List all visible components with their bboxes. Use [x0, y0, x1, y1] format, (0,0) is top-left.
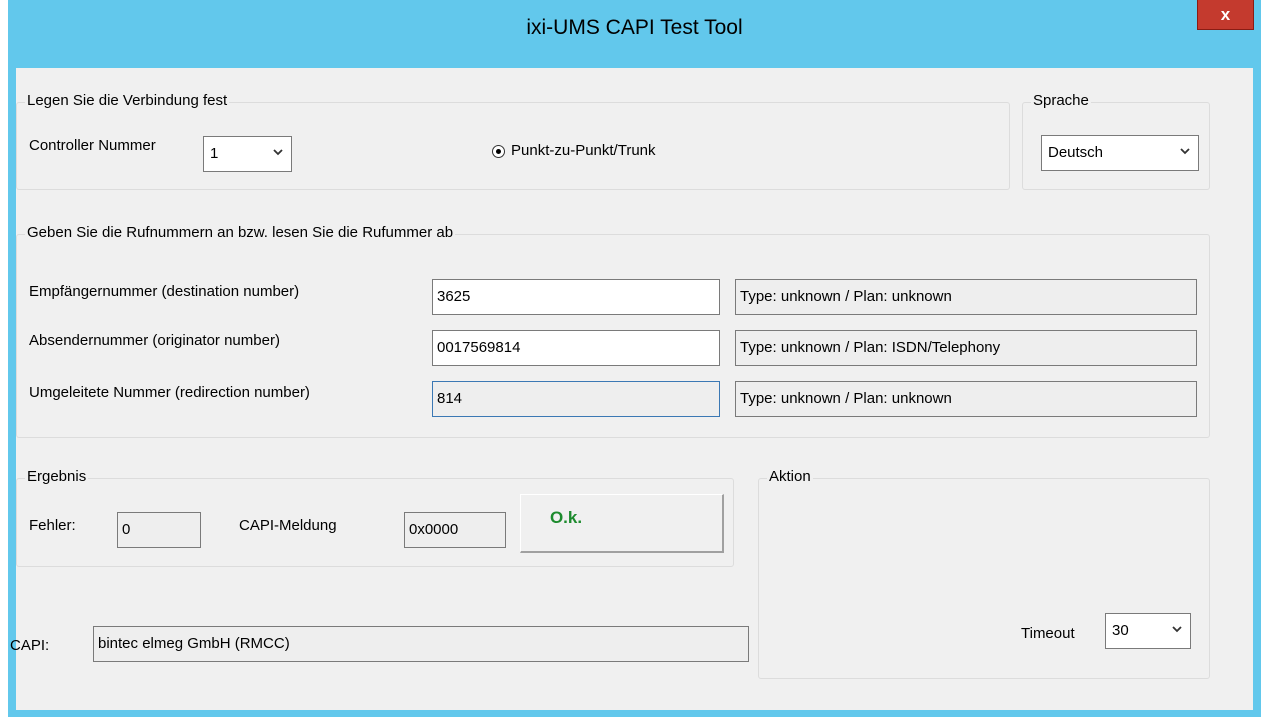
dialog-body: Legen Sie die Verbindung fest Controller… — [10, 68, 1253, 710]
result-legend: Ergebnis — [25, 468, 89, 485]
point-to-point-label[interactable]: Punkt-zu-Punkt/Trunk — [511, 142, 656, 159]
chevron-down-icon — [1172, 626, 1182, 633]
error-label: Fehler: — [29, 517, 76, 534]
chevron-down-icon — [1180, 148, 1190, 155]
destination-number-input[interactable]: 3625 — [432, 279, 720, 315]
connection-group: Legen Sie die Verbindung fest Controller… — [16, 92, 1010, 190]
close-icon: x — [1220, 5, 1231, 24]
chevron-down-icon — [273, 149, 283, 156]
numbers-group: Geben Sie die Rufnummern an bzw. lesen S… — [16, 224, 1210, 438]
timeout-value: 30 — [1112, 622, 1129, 639]
redirection-number-label: Umgeleitete Nummer (redirection number) — [29, 384, 310, 401]
capi-message-label: CAPI-Meldung — [239, 517, 337, 534]
close-button[interactable]: x — [1197, 0, 1254, 30]
status-ok-button[interactable]: O.k. — [520, 494, 724, 553]
connection-legend: Legen Sie die Verbindung fest — [25, 92, 230, 109]
result-group: Ergebnis Fehler: 0 CAPI-Meldung 0x0000 O… — [16, 468, 734, 567]
destination-type-plan: Type: unknown / Plan: unknown — [735, 279, 1197, 315]
language-select[interactable]: Deutsch — [1041, 135, 1199, 171]
status-ok-text: O.k. — [549, 508, 583, 527]
capi-driver-value: bintec elmeg GmbH (RMCC) — [93, 626, 749, 662]
controller-value: 1 — [210, 145, 219, 162]
error-value: 0 — [117, 512, 201, 548]
language-group: Sprache Deutsch — [1022, 92, 1210, 190]
action-group: Aktion Timeout 30 — [758, 468, 1210, 679]
numbers-legend: Geben Sie die Rufnummern an bzw. lesen S… — [25, 224, 456, 241]
timeout-label: Timeout — [1021, 625, 1075, 642]
destination-number-label: Empfängernummer (destination number) — [29, 283, 300, 300]
app-window: ixi-UMS CAPI Test Tool x Legen Sie die V… — [8, 0, 1261, 717]
originator-number-label: Absendernummer (originator number) — [29, 332, 280, 349]
language-value: Deutsch — [1048, 144, 1104, 161]
point-to-point-radio[interactable] — [492, 145, 505, 158]
originator-type-plan: Type: unknown / Plan: ISDN/Telephony — [735, 330, 1197, 366]
title-bar[interactable]: ixi-UMS CAPI Test Tool x — [8, 0, 1261, 68]
controller-select[interactable]: 1 — [203, 136, 292, 172]
redirection-number-input[interactable]: 814 — [432, 381, 720, 417]
controller-label: Controller Nummer — [29, 137, 156, 154]
redirection-type-plan: Type: unknown / Plan: unknown — [735, 381, 1197, 417]
window-title: ixi-UMS CAPI Test Tool — [526, 16, 743, 39]
capi-message-value: 0x0000 — [404, 512, 506, 548]
language-legend: Sprache — [1031, 92, 1091, 109]
timeout-select[interactable]: 30 — [1105, 613, 1191, 649]
capi-label: CAPI: — [10, 637, 50, 654]
action-legend: Aktion — [767, 468, 813, 485]
originator-number-input[interactable]: 0017569814 — [432, 330, 720, 366]
